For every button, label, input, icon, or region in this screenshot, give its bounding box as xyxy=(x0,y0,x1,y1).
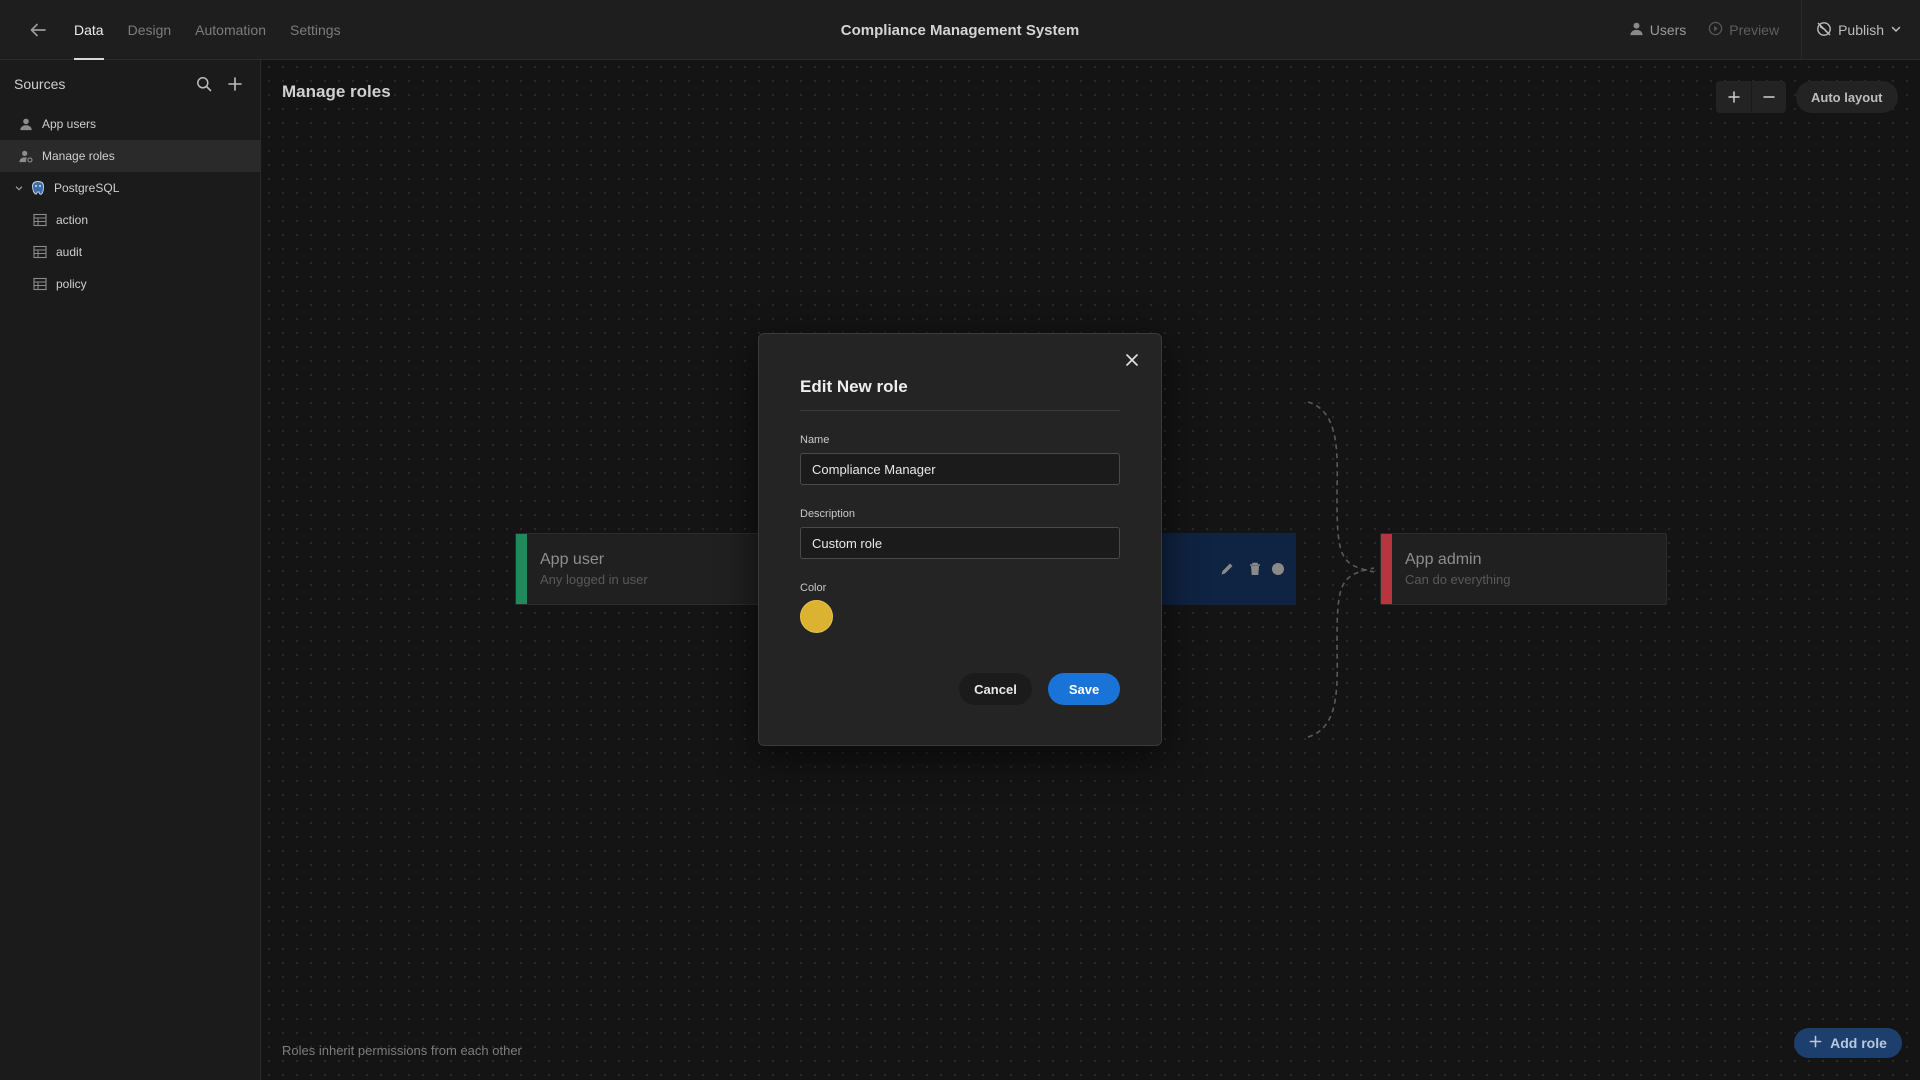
top-actions: Users Preview Publish xyxy=(1629,0,1920,60)
name-label: Name xyxy=(800,434,830,446)
sources-title: Sources xyxy=(14,76,66,92)
role-node-app-admin[interactable]: App admin Can do everything xyxy=(1380,533,1667,605)
edit-role-modal: Edit New role Name Description Color Can… xyxy=(758,333,1162,746)
publish-icon xyxy=(1816,21,1832,40)
footer-note: Roles inherit permissions from each othe… xyxy=(282,1043,522,1058)
sidebar-item-label: policy xyxy=(56,277,87,291)
tab-settings[interactable]: Settings xyxy=(290,0,341,60)
sidebar-item-action[interactable]: action xyxy=(0,204,260,236)
tab-data[interactable]: Data xyxy=(74,0,104,60)
color-picker-swatch[interactable] xyxy=(800,600,833,633)
sidebar-item-label: audit xyxy=(56,245,83,259)
sources-header: Sources xyxy=(0,60,260,108)
modal-title: Edit New role xyxy=(800,377,908,396)
tab-design[interactable]: Design xyxy=(128,0,172,60)
sidebar-item-app-users[interactable]: App users xyxy=(0,108,260,140)
role-description-input[interactable] xyxy=(800,527,1120,559)
users-button[interactable]: Users xyxy=(1629,21,1687,39)
trash-icon[interactable] xyxy=(1244,558,1266,580)
nav-tabs: Data Design Automation Settings xyxy=(74,0,365,60)
sources-sidebar: Sources App users Manage roles PostgreSQ… xyxy=(0,60,261,1080)
cancel-button[interactable]: Cancel xyxy=(959,673,1032,705)
role-name-input[interactable] xyxy=(800,453,1120,485)
add-source-icon[interactable] xyxy=(224,73,246,95)
connection-handle[interactable] xyxy=(1272,563,1284,575)
chevron-down-icon xyxy=(1890,22,1902,38)
modal-divider xyxy=(800,410,1120,411)
sidebar-item-postgresql[interactable]: PostgreSQL xyxy=(0,172,260,204)
user-icon xyxy=(18,116,34,132)
sidebar-item-label: action xyxy=(56,213,89,227)
save-button[interactable]: Save xyxy=(1048,673,1120,705)
role-name: App user xyxy=(540,551,605,568)
sidebar-item-audit[interactable]: audit xyxy=(0,236,260,268)
table-icon xyxy=(32,244,48,260)
preview-button[interactable]: Preview xyxy=(1708,21,1779,39)
user-icon xyxy=(1629,21,1644,39)
publish-button[interactable]: Publish xyxy=(1802,0,1920,60)
role-color-bar xyxy=(516,534,527,604)
sidebar-item-label: PostgreSQL xyxy=(54,181,120,195)
description-label: Description xyxy=(800,508,856,520)
color-label: Color xyxy=(800,582,827,594)
sidebar-item-label: App users xyxy=(42,117,97,131)
table-icon xyxy=(32,212,48,228)
add-role-button[interactable]: Add role xyxy=(1794,1028,1902,1058)
user-cog-icon xyxy=(18,148,34,164)
app-title: Compliance Management System xyxy=(840,21,1080,39)
role-color-bar xyxy=(1381,534,1392,604)
postgresql-icon xyxy=(30,180,46,196)
role-node-app-user[interactable]: App user Any logged in user xyxy=(515,533,767,605)
chevron-down-icon[interactable] xyxy=(14,182,26,194)
role-name: App admin xyxy=(1405,551,1482,568)
add-role-label: Add role xyxy=(1830,1035,1887,1051)
top-bar: Data Design Automation Settings Complian… xyxy=(0,0,1920,60)
role-description: Can do everything xyxy=(1405,572,1511,587)
sidebar-item-policy[interactable]: policy xyxy=(0,268,260,300)
arrow-left-icon[interactable] xyxy=(26,18,50,42)
role-node-new-role[interactable] xyxy=(1162,533,1296,605)
publish-label: Publish xyxy=(1838,22,1884,38)
table-icon xyxy=(32,276,48,292)
tab-automation[interactable]: Automation xyxy=(195,0,266,60)
sidebar-item-manage-roles[interactable]: Manage roles xyxy=(0,140,260,172)
preview-icon xyxy=(1708,21,1723,39)
plus-icon xyxy=(1809,1035,1822,1051)
search-icon[interactable] xyxy=(193,73,215,95)
preview-label: Preview xyxy=(1729,22,1780,38)
sidebar-item-label: Manage roles xyxy=(42,149,115,163)
users-label: Users xyxy=(1649,22,1687,38)
close-icon[interactable] xyxy=(1121,349,1143,371)
role-description: Any logged in user xyxy=(540,572,648,587)
pencil-icon[interactable] xyxy=(1216,558,1238,580)
